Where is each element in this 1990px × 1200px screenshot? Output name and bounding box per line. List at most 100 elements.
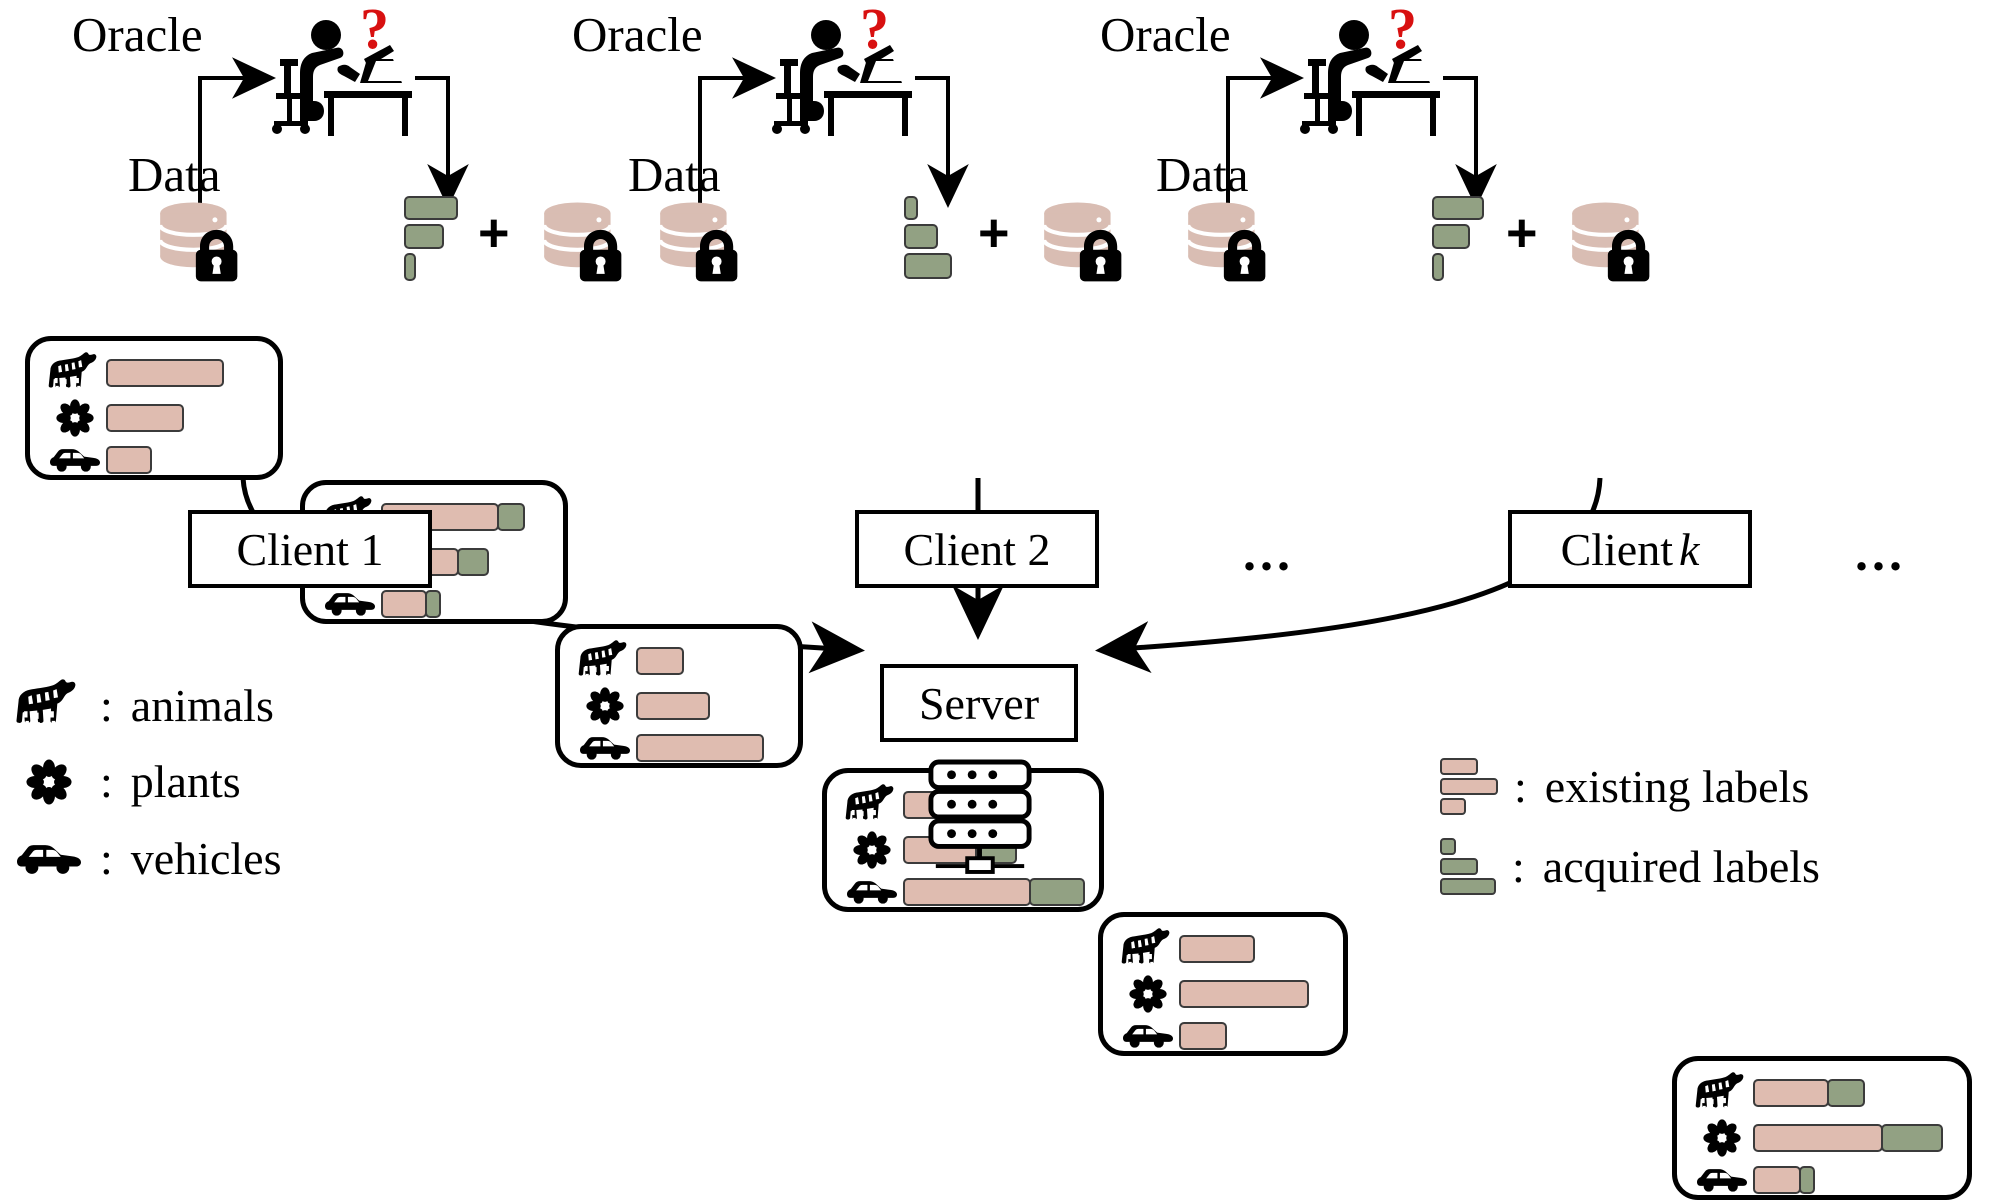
ellipsis-middle: ... [1243,525,1294,582]
acquired-labels-swatch [1440,838,1496,895]
client-k-oracle-label: Oracle [1100,7,1231,62]
acquired-preview-bar [1432,196,1484,220]
client-2-data-label: Data [628,147,721,202]
zebra-icon [574,639,636,683]
client-k-data-label: Data [1156,147,1249,202]
client-1-data-label: Data [128,147,221,202]
client-k-index: k [1679,523,1700,575]
legend-label-vehicles: vehicles [130,833,282,884]
client-k-before-panel [1098,912,1348,1056]
legend-item-plants: : plants [14,755,241,808]
client-k-box[interactable]: Client k [1508,510,1752,588]
database-lock-icon [650,200,750,283]
flower-icon [841,831,903,869]
client-1-plus: + [478,203,510,263]
person-at-desk-icon [1296,15,1446,145]
car-icon [841,877,903,907]
legend-colon: : [100,679,113,731]
client-k-after-panel [1672,1056,1972,1200]
bar-vehicles [636,734,764,762]
flower-icon [1691,1119,1753,1157]
legend-label-existing: existing labels [1544,761,1810,812]
car-icon [319,589,381,619]
bar-animals [1179,935,1255,963]
client-1-label: Client 1 [236,523,384,575]
client-1-oracle-label: Oracle [72,7,203,62]
legend-item-animals: : animals [14,678,274,732]
bar-vehicles [106,446,152,474]
zebra-icon [14,678,84,732]
acquired-preview-bar [904,224,938,249]
bar-plants [1753,1124,1943,1152]
legend-item-vehicles: : vehicles [14,832,282,885]
database-lock-icon [150,200,250,283]
client-2-plus: + [978,203,1010,263]
server-label: Server [918,677,1040,729]
client-2-oracle-label: Oracle [572,7,703,62]
bar-animals [636,647,684,675]
bar-vehicles [381,590,441,618]
database-lock-icon [534,200,634,283]
bar-plants [106,404,184,432]
legend-label-animals: animals [130,679,274,731]
car-icon [574,733,636,763]
client-1-box[interactable]: Client 1 [188,510,432,588]
acquired-preview-bar [1432,224,1470,249]
legend-colon: : [100,756,113,807]
figure-canvas: Oracle ? Data + Client 1 Oracle ? Data +… [0,0,1990,1200]
legend-item-acquired-labels: : acquired labels [1440,838,1820,895]
client-1-acquired-preview [404,196,458,285]
acquired-preview-bar [1432,253,1444,281]
client-2-label: Client 2 [903,523,1051,575]
bar-animals [1753,1079,1865,1107]
flower-icon [14,759,84,805]
bar-plants [636,692,710,720]
person-at-desk-icon [268,15,418,145]
legend-colon: : [1512,841,1525,892]
flower-icon [574,687,636,725]
legend-label-plants: plants [130,756,241,807]
legend-label-acquired: acquired labels [1542,841,1820,892]
existing-labels-swatch [1440,758,1498,815]
client-2-acquired-preview [904,196,952,283]
person-at-desk-icon [768,15,918,145]
car-icon [44,445,106,475]
bar-vehicles [1753,1166,1815,1194]
flower-icon [1117,975,1179,1013]
car-icon [1691,1165,1753,1195]
car-icon [1117,1021,1179,1051]
database-lock-icon [1178,200,1278,283]
legend-colon: : [1514,761,1527,812]
legend-item-existing-labels: : existing labels [1440,758,1809,815]
zebra-icon [841,783,903,827]
client-k-plus: + [1506,203,1538,263]
client-k-label: Client [1560,523,1674,575]
zebra-icon [1117,927,1179,971]
acquired-preview-bar [904,253,952,279]
client-1-question-icon: ? [360,0,389,61]
legend-colon: : [100,833,113,884]
client-k-acquired-preview [1432,196,1484,285]
ellipsis-right: ... [1855,525,1906,582]
car-icon [14,840,84,878]
acquired-preview-bar [404,196,458,220]
acquired-preview-bar [404,253,416,281]
acquired-preview-bar [404,224,444,249]
bar-vehicles [903,878,1085,906]
client-2-before-panel [555,624,803,768]
bar-animals [106,359,224,387]
database-lock-icon [1562,200,1662,283]
acquired-preview-bar [904,196,918,220]
database-lock-icon [1034,200,1134,283]
bar-plants [1179,980,1309,1008]
client-2-box[interactable]: Client 2 [855,510,1099,588]
zebra-icon [44,351,106,395]
client-2-question-icon: ? [860,0,889,61]
zebra-icon [1691,1071,1753,1115]
client-1-before-panel [25,336,283,480]
server-rack-icon [926,758,1034,874]
flower-icon [44,399,106,437]
bar-vehicles [1179,1022,1227,1050]
client-k-question-icon: ? [1388,0,1417,61]
server-box[interactable]: Server [880,664,1078,742]
